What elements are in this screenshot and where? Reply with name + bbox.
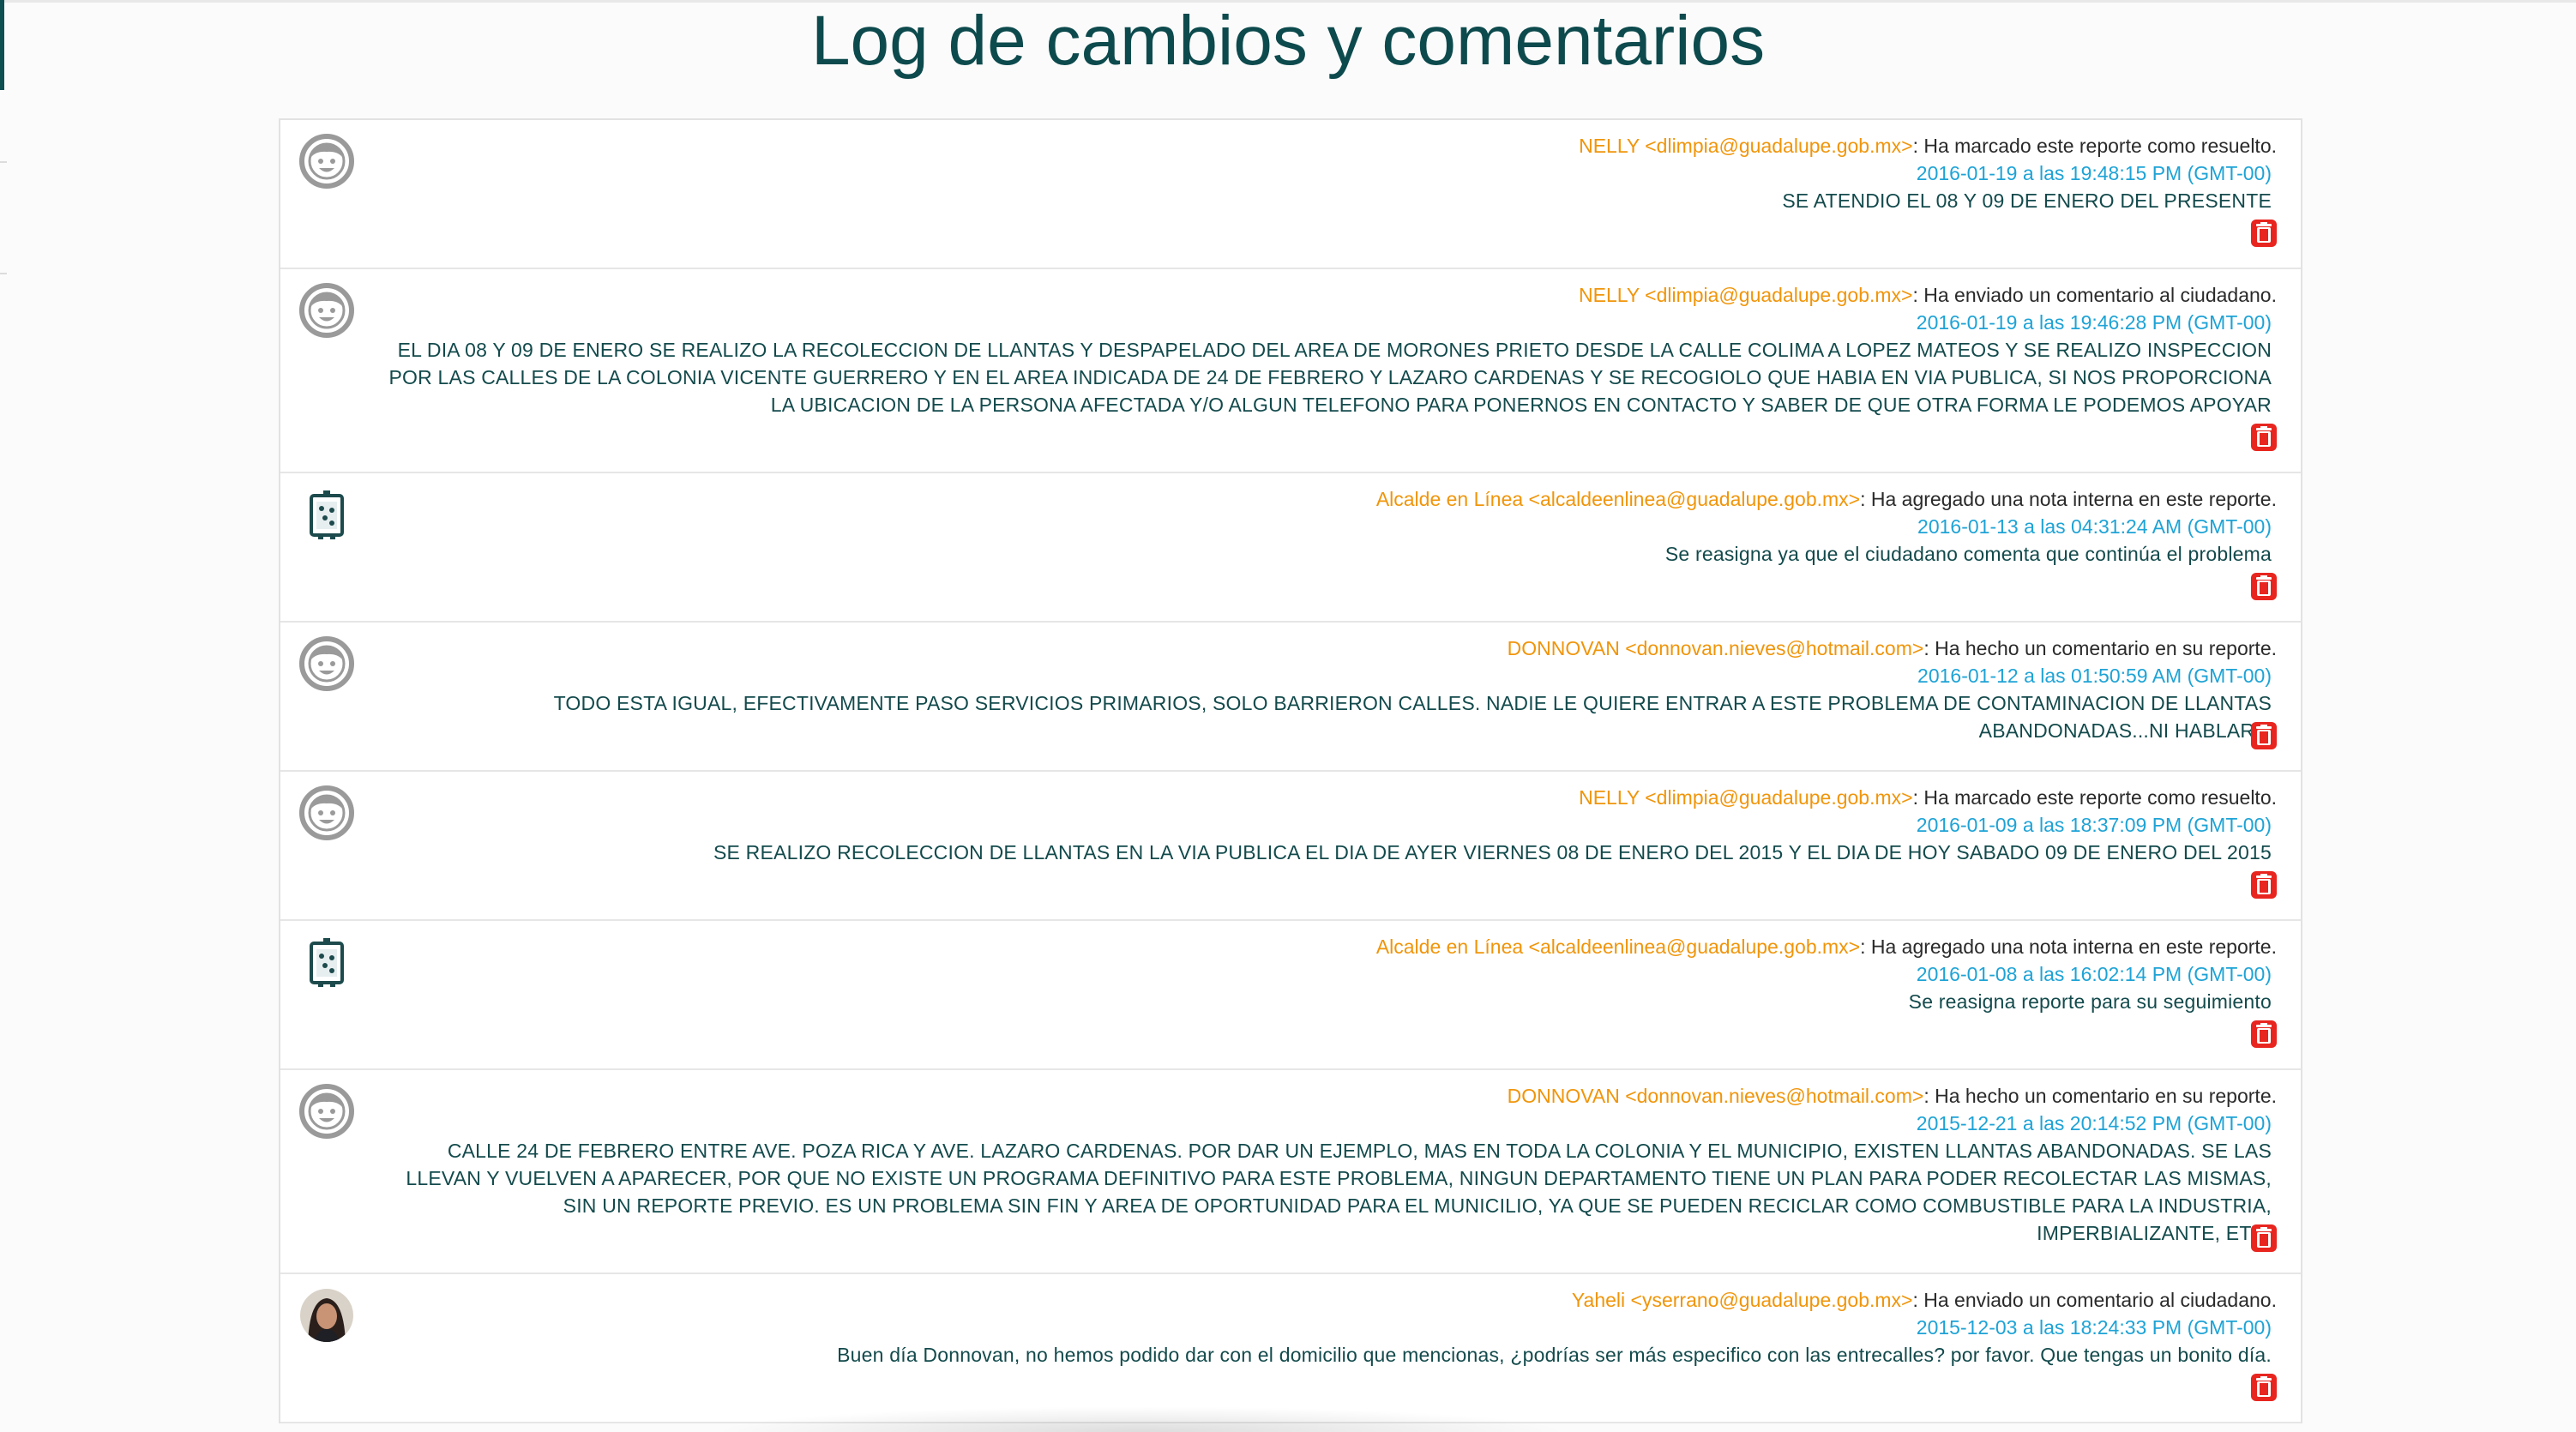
timestamp: 2016-01-19 a las 19:46:28 PM (GMT-00) (1916, 311, 2272, 334)
action-text: : Ha agregado una nota interna en este r… (1860, 936, 2277, 958)
timestamp: 2016-01-08 a las 16:02:14 PM (GMT-00) (1916, 963, 2272, 985)
entry-message: SE REALIZO RECOLECCION DE LLANTAS EN LA … (713, 841, 2272, 863)
scroll-shadow (712, 1406, 1569, 1432)
left-divider (0, 161, 7, 163)
entry-message: Buen día Donnovan, no hemos podido dar c… (837, 1344, 2272, 1366)
author-name: NELLY <dlimpia@guadalupe.gob.mx> (1579, 284, 1913, 306)
entry-header: NELLY <dlimpia@guadalupe.gob.mx>: Ha mar… (383, 132, 2277, 159)
timestamp: 2016-01-09 a las 18:37:09 PM (GMT-00) (1916, 814, 2272, 836)
timestamp: 2015-12-03 a las 18:24:33 PM (GMT-00) (1916, 1316, 2272, 1339)
author-name: Yaheli <yserrano@guadalupe.gob.mx> (1571, 1289, 1913, 1311)
user-photo-avatar (299, 1288, 354, 1343)
entry-header: Alcalde en Línea <alcaldeenlinea@guadalu… (383, 485, 2277, 513)
entry-header: Alcalde en Línea <alcaldeenlinea@guadalu… (383, 933, 2277, 960)
log-entry: NELLY <dlimpia@guadalupe.gob.mx>: Ha env… (280, 269, 2301, 473)
delete-icon[interactable] (2249, 869, 2278, 900)
timestamp: 2016-01-19 a las 19:48:15 PM (GMT-00) (1916, 162, 2272, 184)
change-log-list: NELLY <dlimpia@guadalupe.gob.mx>: Ha mar… (279, 118, 2302, 1423)
log-entry: Alcalde en Línea <alcaldeenlinea@guadalu… (280, 921, 2301, 1070)
delete-icon[interactable] (2249, 720, 2278, 751)
action-text: : Ha hecho un comentario en su reporte. (1923, 1085, 2277, 1107)
action-text: : Ha marcado este reporte como resuelto. (1912, 786, 2277, 809)
entry-message: TODO ESTA IGUAL, EFECTIVAMENTE PASO SERV… (553, 692, 2272, 742)
author-name: Alcalde en Línea <alcaldeenlinea@guadalu… (1375, 936, 1861, 958)
entry-header: Yaheli <yserrano@guadalupe.gob.mx>: Ha e… (383, 1286, 2277, 1314)
delete-icon[interactable] (2249, 218, 2278, 249)
action-text: : Ha enviado un comentario al ciudadano. (1912, 284, 2277, 306)
delete-icon[interactable] (2249, 422, 2278, 453)
entry-content: NELLY <dlimpia@guadalupe.gob.mx>: Ha mar… (383, 132, 2277, 214)
smiley-avatar-icon (299, 636, 354, 691)
municipal-logo-icon (299, 487, 354, 542)
entry-message: CALLE 24 DE FEBRERO ENTRE AVE. POZA RICA… (406, 1140, 2272, 1244)
entry-message: SE ATENDIO EL 08 Y 09 DE ENERO DEL PRESE… (1782, 190, 2272, 212)
log-entry: DONNOVAN <donnovan.nieves@hotmail.com>: … (280, 623, 2301, 772)
log-entry: NELLY <dlimpia@guadalupe.gob.mx>: Ha mar… (280, 772, 2301, 921)
page-title: Log de cambios y comentarios (810, 2, 1766, 80)
delete-icon[interactable] (2249, 1223, 2278, 1254)
smiley-avatar-icon (299, 134, 354, 189)
entry-header: DONNOVAN <donnovan.nieves@hotmail.com>: … (383, 1082, 2277, 1110)
smiley-avatar-icon (299, 1084, 354, 1139)
action-text: : Ha agregado una nota interna en este r… (1860, 488, 2277, 510)
log-entry: NELLY <dlimpia@guadalupe.gob.mx>: Ha mar… (280, 120, 2301, 269)
entry-content: Alcalde en Línea <alcaldeenlinea@guadalu… (383, 485, 2277, 568)
smiley-avatar-icon (299, 283, 354, 338)
action-text: : Ha hecho un comentario en su reporte. (1923, 637, 2277, 659)
delete-icon[interactable] (2249, 1372, 2278, 1403)
entry-message: Se reasigna reporte para su seguimiento (1908, 990, 2272, 1013)
municipal-logo-icon (299, 935, 354, 990)
entry-content: DONNOVAN <donnovan.nieves@hotmail.com>: … (383, 635, 2277, 744)
author-name: DONNOVAN <donnovan.nieves@hotmail.com> (1507, 1085, 1924, 1107)
delete-icon[interactable] (2249, 1019, 2278, 1050)
left-divider (0, 273, 7, 274)
author-name: Alcalde en Línea <alcaldeenlinea@guadalu… (1375, 488, 1861, 510)
author-name: DONNOVAN <donnovan.nieves@hotmail.com> (1507, 637, 1924, 659)
entry-header: NELLY <dlimpia@guadalupe.gob.mx>: Ha env… (383, 281, 2277, 309)
timestamp: 2016-01-12 a las 01:50:59 AM (GMT-00) (1917, 665, 2272, 687)
entry-content: NELLY <dlimpia@guadalupe.gob.mx>: Ha mar… (383, 784, 2277, 866)
action-text: : Ha enviado un comentario al ciudadano. (1912, 1289, 2277, 1311)
delete-icon[interactable] (2249, 571, 2278, 602)
entry-content: Alcalde en Línea <alcaldeenlinea@guadalu… (383, 933, 2277, 1015)
entry-message: EL DIA 08 Y 09 DE ENERO SE REALIZO LA RE… (388, 339, 2272, 416)
entry-header: NELLY <dlimpia@guadalupe.gob.mx>: Ha mar… (383, 784, 2277, 811)
entry-message: Se reasigna ya que el ciudadano comenta … (1664, 543, 2272, 565)
smiley-avatar-icon (299, 785, 354, 840)
entry-content: NELLY <dlimpia@guadalupe.gob.mx>: Ha env… (383, 281, 2278, 418)
timestamp: 2016-01-13 a las 04:31:24 AM (GMT-00) (1917, 515, 2272, 538)
author-name: NELLY <dlimpia@guadalupe.gob.mx> (1579, 786, 1913, 809)
entry-content: DONNOVAN <donnovan.nieves@hotmail.com>: … (383, 1082, 2277, 1247)
log-entry: Yaheli <yserrano@guadalupe.gob.mx>: Ha e… (280, 1274, 2301, 1423)
log-entry: Alcalde en Línea <alcaldeenlinea@guadalu… (280, 473, 2301, 623)
action-text: : Ha marcado este reporte como resuelto. (1912, 135, 2277, 157)
log-entry: DONNOVAN <donnovan.nieves@hotmail.com>: … (280, 1070, 2301, 1274)
entry-content: Yaheli <yserrano@guadalupe.gob.mx>: Ha e… (383, 1286, 2277, 1369)
author-name: NELLY <dlimpia@guadalupe.gob.mx> (1579, 135, 1913, 157)
timestamp: 2015-12-21 a las 20:14:52 PM (GMT-00) (1916, 1112, 2272, 1134)
entry-header: DONNOVAN <donnovan.nieves@hotmail.com>: … (383, 635, 2277, 662)
